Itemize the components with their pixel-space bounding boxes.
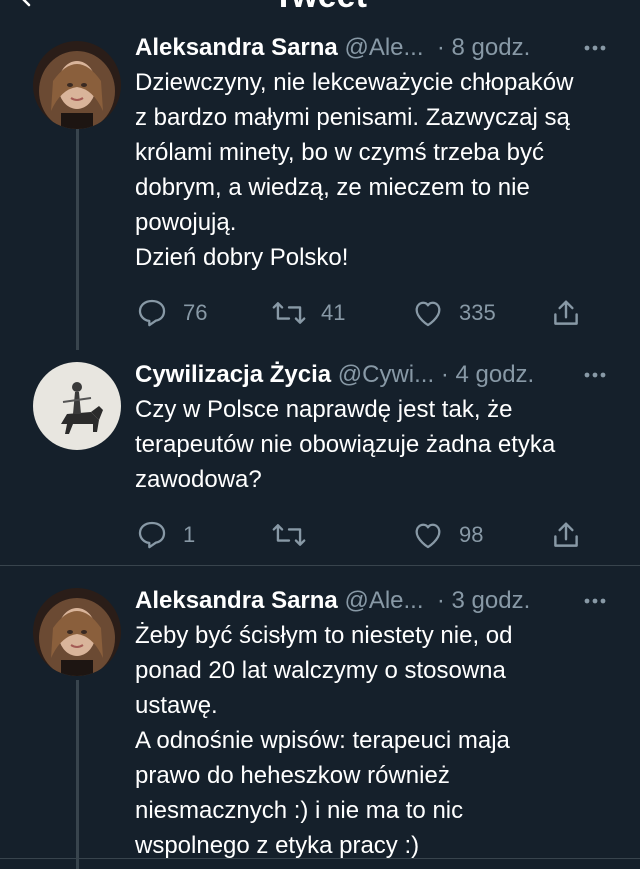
share-icon [554,300,578,325]
page-title: Tweet [0,0,640,16]
more-icon[interactable] [578,358,612,392]
avatar[interactable] [33,41,121,129]
reply-icon [138,521,166,549]
tweet-header: Aleksandra Sarna @Ale... · 8 godz. [135,31,612,65]
author-handle[interactable]: @Cywi... [338,361,434,388]
like-count: 98 [459,522,484,547]
like-button[interactable]: 98 [411,517,483,553]
tweet[interactable]: Aleksandra Sarna @Ale... · 3 godz. Żeby … [0,584,640,869]
tweet-actions: 1 98 [135,517,612,553]
share-button[interactable] [549,295,583,331]
tweet-actions: 76 41 335 [135,295,612,331]
retweet-count: 41 [321,300,346,325]
like-icon [415,523,441,549]
tweet-time[interactable]: 3 godz. [452,587,531,614]
author-handle[interactable]: @Ale... [344,587,423,614]
reply-count: 1 [183,522,196,547]
author-name[interactable]: Cywilizacja Życia [135,361,331,388]
author-name[interactable]: Aleksandra Sarna [135,587,338,614]
share-button[interactable] [549,517,583,553]
tweet-header: Cywilizacja Życia @Cywi... · 4 godz. [135,358,612,392]
like-button[interactable]: 335 [411,295,496,331]
top-bar: Tweet [0,0,640,20]
retweet-button[interactable]: 41 [271,295,345,331]
avatar[interactable] [33,588,121,676]
tweet-time[interactable]: 8 godz. [452,34,531,61]
tweet-time[interactable]: 4 godz. [456,361,535,388]
retweet-icon [272,524,306,546]
author-handle[interactable]: @Ale... [344,34,423,61]
more-icon[interactable] [578,31,612,65]
more-icon[interactable] [578,584,612,618]
like-count: 335 [459,300,496,325]
like-icon [415,301,441,327]
reply-button[interactable]: 1 [135,517,195,553]
tweet-divider [0,565,640,566]
tweet-text: Żeby być ścisłym to niestety nie, od pon… [135,622,513,859]
avatar[interactable] [33,362,121,450]
tweet[interactable]: Aleksandra Sarna @Ale... · 8 godz. Dziew… [0,31,640,343]
reply-button[interactable]: 76 [135,295,207,331]
tweet-text: Dziewczyny, nie lekceważycie chłopaków z… [135,69,574,271]
retweet-button[interactable] [271,517,321,553]
retweet-icon [272,302,306,324]
reply-icon [138,299,166,327]
reply-count: 76 [183,300,208,325]
author-name[interactable]: Aleksandra Sarna [135,34,338,61]
tweet-header: Aleksandra Sarna @Ale... · 3 godz. [135,584,612,618]
tweet-text: Czy w Polsce naprawdę jest tak, że terap… [135,396,556,493]
bottom-divider [0,858,640,859]
tweet[interactable]: Cywilizacja Życia @Cywi... · 4 godz. Czy… [0,358,640,549]
share-icon [554,522,578,547]
